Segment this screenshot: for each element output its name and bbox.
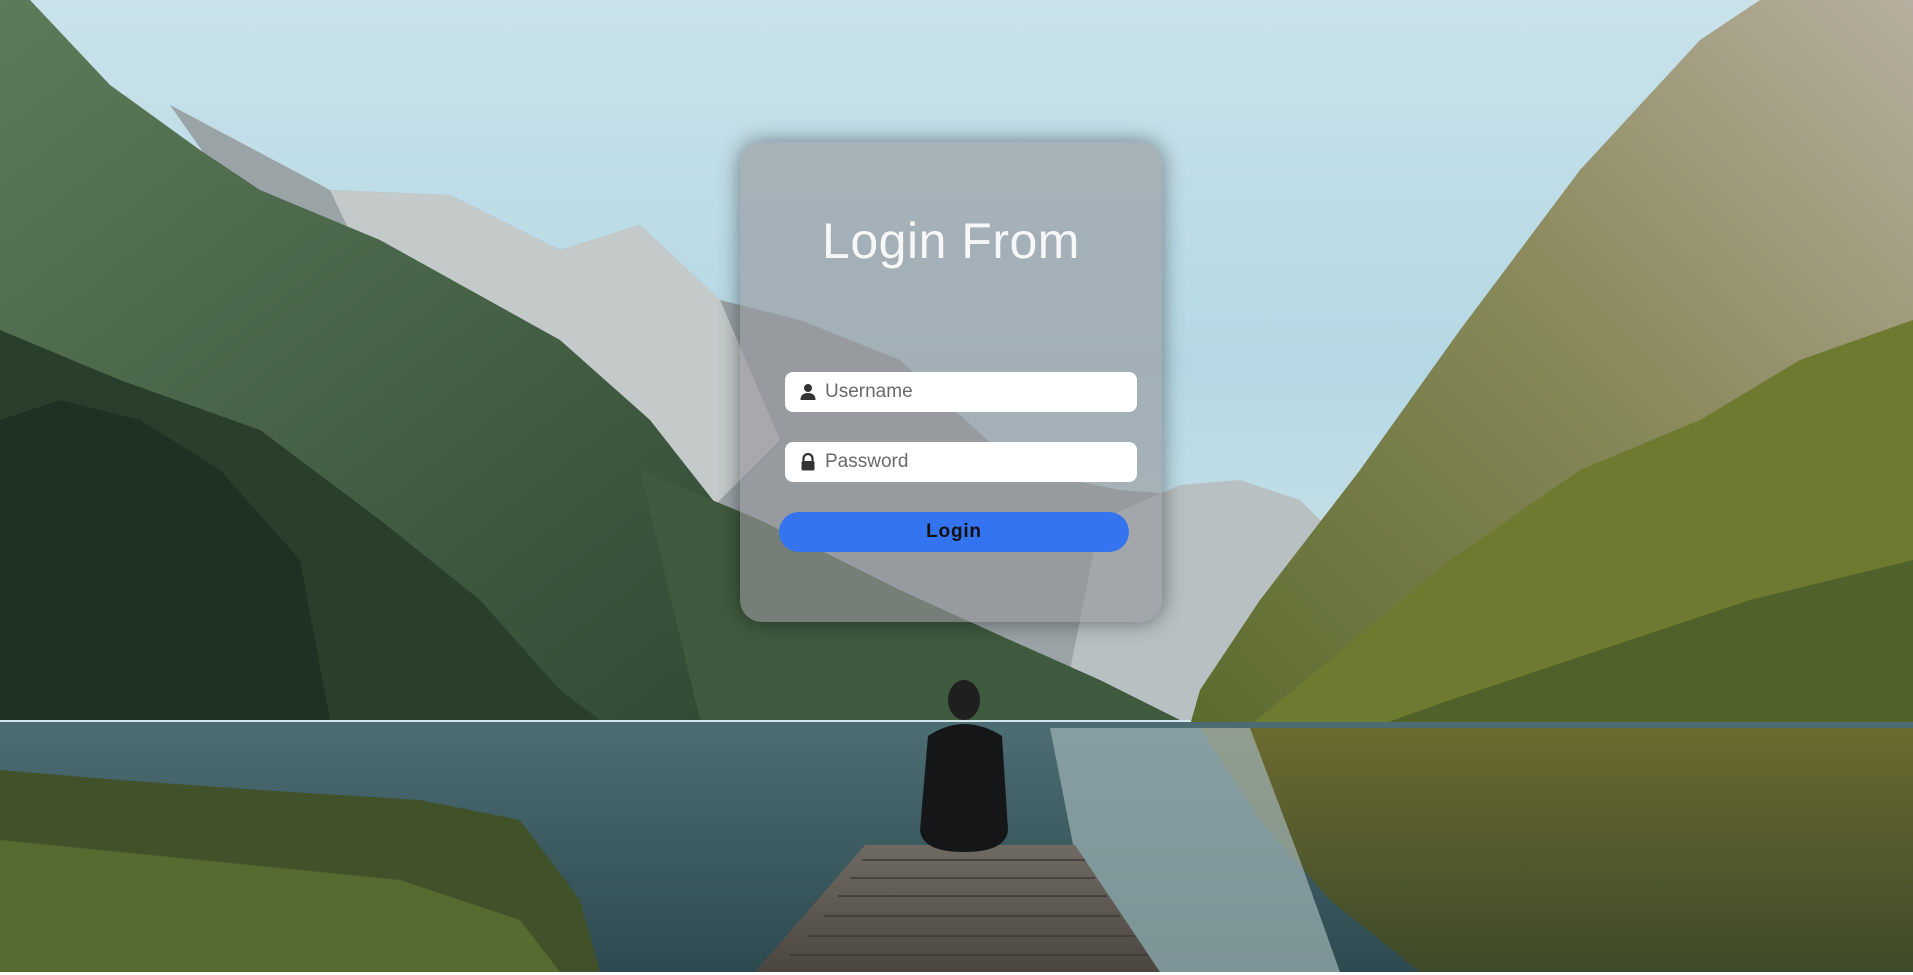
password-field[interactable]	[785, 442, 1137, 482]
username-field[interactable]	[785, 372, 1137, 412]
login-title: Login From	[822, 213, 1080, 269]
user-icon	[800, 384, 816, 400]
login-button[interactable]: Login	[779, 512, 1129, 552]
username-input[interactable]	[825, 372, 1125, 412]
lock-icon	[801, 453, 815, 471]
password-input[interactable]	[825, 442, 1125, 482]
login-form-card: Login From Login	[740, 142, 1162, 622]
